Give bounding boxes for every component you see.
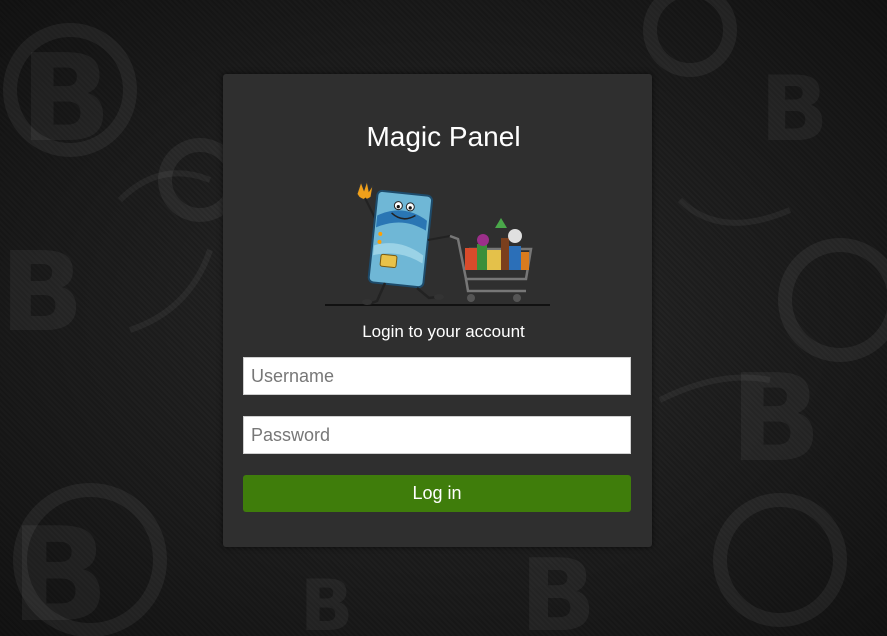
login-subtitle: Login to your account: [362, 322, 525, 341]
svg-text:B: B: [10, 499, 109, 636]
svg-text:B: B: [520, 537, 596, 636]
username-input[interactable]: [243, 357, 631, 395]
login-button[interactable]: Log in: [243, 475, 631, 512]
credit-card-shopping-cart-mascot-icon: [325, 179, 550, 306]
svg-text:B: B: [730, 350, 821, 489]
password-input[interactable]: [243, 416, 631, 454]
svg-text:B: B: [300, 565, 353, 636]
page-title: Magic Panel: [366, 121, 521, 152]
